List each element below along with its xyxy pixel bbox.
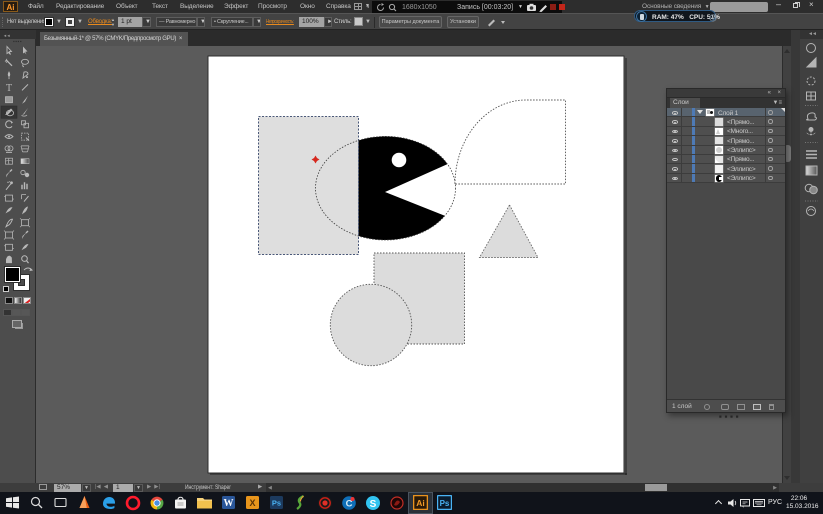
svg-text:X: X bbox=[249, 498, 255, 508]
svg-text:Ps: Ps bbox=[440, 499, 450, 508]
svg-text:Ps: Ps bbox=[272, 499, 281, 508]
svg-text:W: W bbox=[224, 498, 234, 509]
svg-text:Ai: Ai bbox=[416, 498, 425, 508]
svg-text:S: S bbox=[370, 499, 377, 510]
